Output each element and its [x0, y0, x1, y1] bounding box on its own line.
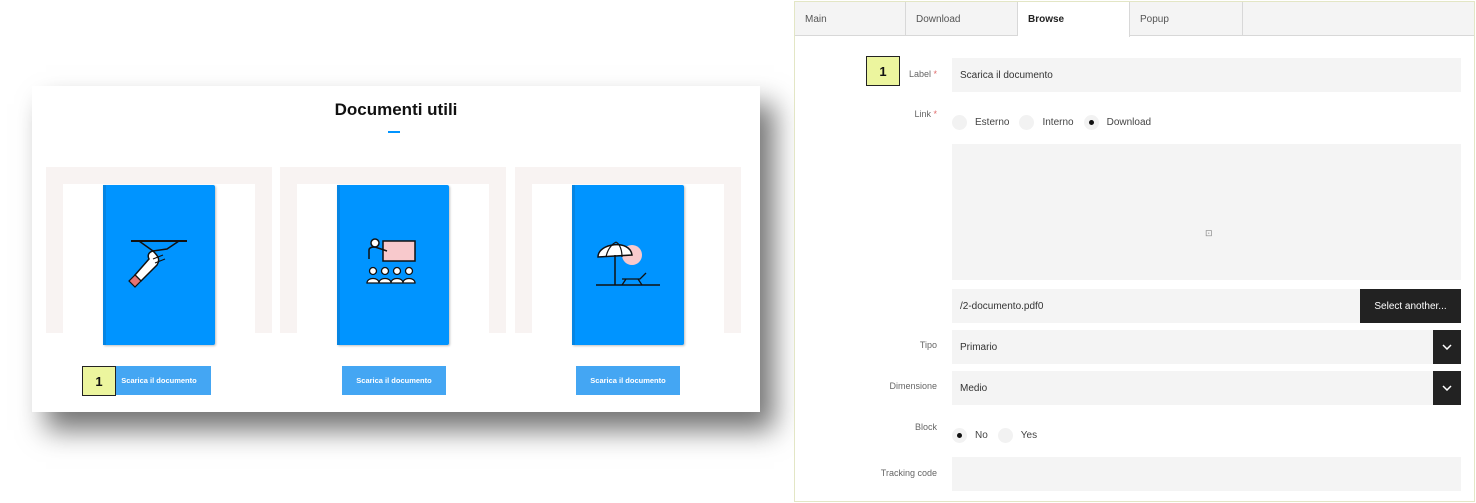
link-text: Link	[914, 109, 931, 119]
document-cover	[103, 185, 215, 345]
tab-bar: Main Download Browse Popup	[795, 2, 1474, 37]
radio-yes[interactable]	[997, 427, 1013, 443]
tab-popup[interactable]: Popup	[1130, 2, 1243, 36]
link-field-label: Link *	[914, 109, 937, 119]
radio-label-download: Download	[1106, 116, 1152, 128]
tracking-code-input[interactable]	[952, 457, 1461, 491]
cursor-icon: ⊡	[1205, 228, 1213, 238]
dimensione-value: Medio	[960, 382, 988, 394]
title-underline	[388, 131, 400, 133]
tab-main[interactable]: Main	[795, 2, 906, 36]
link-type-radios: Esterno Interno Download	[952, 112, 1161, 132]
dimensione-label: Dimensione	[889, 381, 937, 391]
presentation-board-icon	[366, 238, 416, 284]
radio-label-no: No	[975, 429, 988, 441]
card-inner	[532, 184, 724, 348]
beach-umbrella-icon	[596, 241, 660, 286]
tracking-code-label: Tracking code	[880, 468, 937, 478]
required-mark: *	[933, 69, 937, 79]
radio-interno[interactable]	[1019, 114, 1035, 130]
tipo-label: Tipo	[919, 340, 937, 350]
card-inner	[297, 184, 489, 348]
download-button-1[interactable]: Scarica il documento	[107, 366, 211, 395]
annotation-marker: 1	[866, 56, 900, 86]
document-card-2	[280, 167, 506, 348]
tab-browse[interactable]: Browse	[1018, 2, 1130, 37]
section-title: Documenti utili	[334, 100, 458, 119]
radio-selected-dot	[1088, 119, 1094, 125]
dimensione-select[interactable]: Medio	[952, 371, 1461, 405]
tipo-value: Primario	[960, 341, 998, 353]
radio-label-esterno: Esterno	[975, 116, 1010, 128]
label-field-label: Label *	[909, 69, 937, 79]
block-label: Block	[914, 422, 937, 432]
file-name: /2-documento.pdf0	[960, 300, 1044, 312]
documents-preview: Documenti utili Scarica il documento Sca…	[32, 86, 760, 412]
chevron-down-icon[interactable]	[1433, 330, 1461, 364]
label-input[interactable]: Scarica il documento	[952, 58, 1461, 92]
editor-panel: Main Download Browse Popup 1 Label * Sca…	[794, 1, 1475, 502]
select-another-button[interactable]: Select another...	[1360, 289, 1461, 323]
file-drop-area[interactable]: ⊡	[952, 144, 1461, 280]
tipo-select[interactable]: Primario	[952, 330, 1461, 364]
waiter-tray-icon	[128, 240, 187, 288]
required-mark: *	[933, 109, 937, 119]
document-card-1	[46, 167, 272, 348]
tab-download[interactable]: Download	[906, 2, 1018, 36]
radio-selected-dot	[957, 432, 962, 438]
chevron-down-icon[interactable]	[1433, 371, 1461, 405]
radio-download[interactable]	[1083, 114, 1099, 130]
label-text: Label	[908, 69, 931, 79]
radio-label-interno: Interno	[1042, 116, 1074, 128]
radio-label-yes: Yes	[1020, 429, 1038, 441]
download-button-2[interactable]: Scarica il documento	[342, 366, 446, 395]
document-cover	[572, 185, 684, 345]
radio-esterno[interactable]	[952, 114, 967, 130]
card-inner	[63, 184, 255, 348]
radio-no[interactable]	[952, 427, 967, 443]
document-cover	[337, 185, 449, 345]
block-radios: No Yes	[952, 425, 1047, 445]
file-row: /2-documento.pdf0 Select another...	[952, 289, 1461, 323]
document-card-3	[515, 167, 741, 348]
annotation-marker: 1	[82, 366, 116, 396]
download-button-3[interactable]: Scarica il documento	[576, 366, 680, 395]
